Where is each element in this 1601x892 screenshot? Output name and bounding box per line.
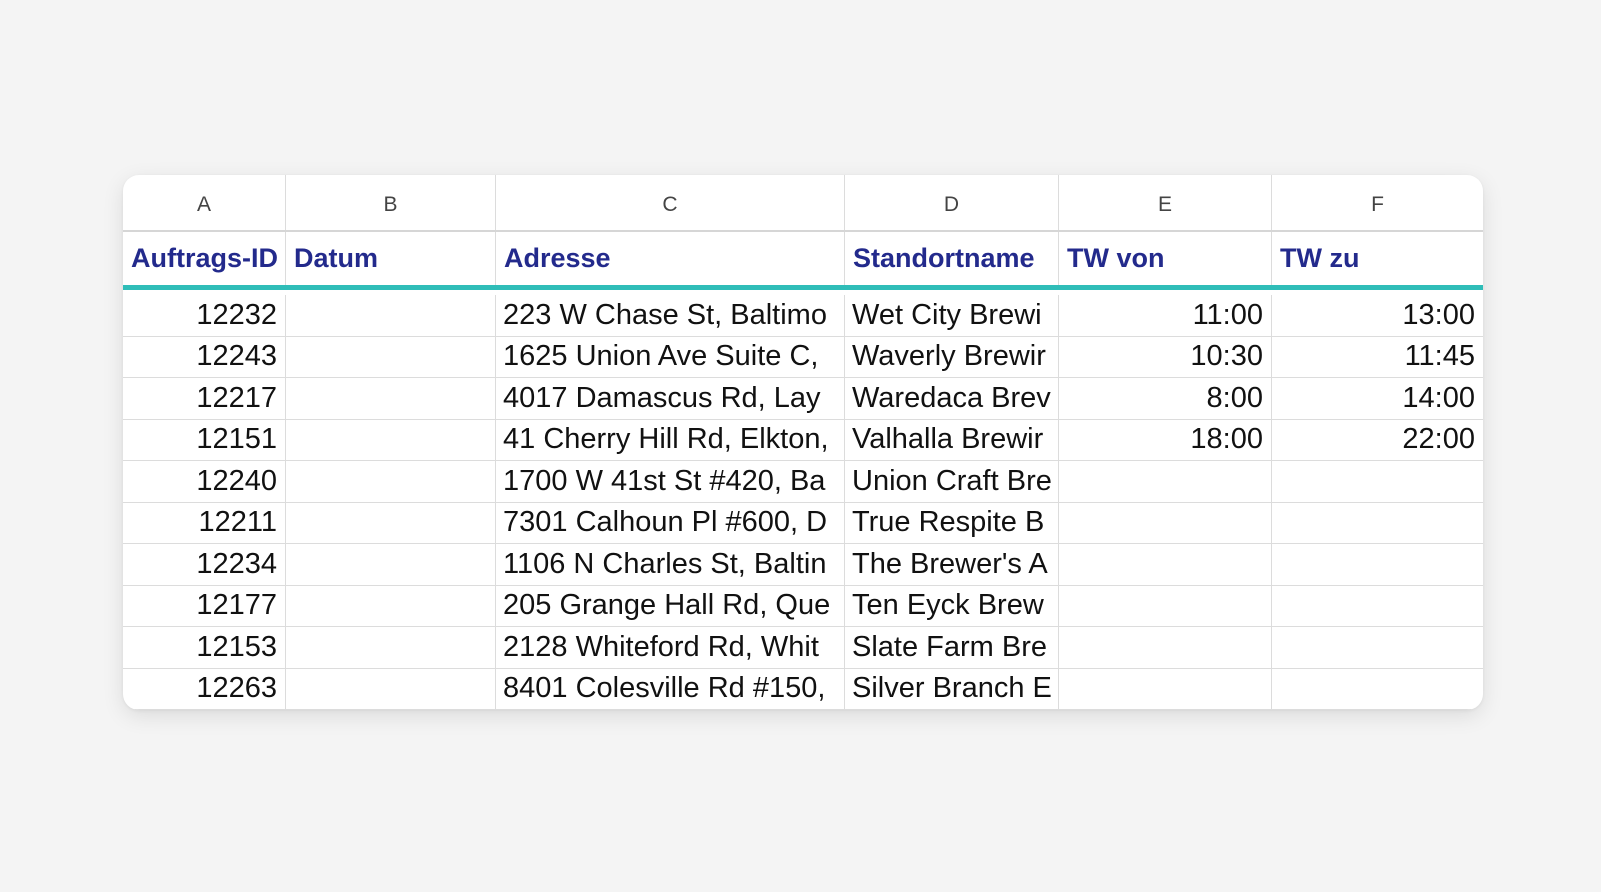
cell-tw-von[interactable]	[1059, 668, 1272, 709]
column-header-f[interactable]: F	[1272, 175, 1483, 230]
header-cell-adresse[interactable]: Adresse	[496, 232, 845, 285]
cell-tw-zu[interactable]: 13:00	[1272, 295, 1483, 336]
header-cell-datum[interactable]: Datum	[286, 232, 496, 285]
table-row: 12263 8401 Colesville Rd #150, Silver Bran…	[123, 668, 1483, 710]
cell-adresse[interactable]: 41 Cherry Hill Rd, Elkton,	[496, 419, 845, 460]
table-row: 12234 1106 N Charles St, Baltin The Brewer…	[123, 544, 1483, 586]
cell-datum[interactable]	[286, 544, 496, 585]
cell-auftrags-id[interactable]: 12177	[123, 585, 286, 626]
cell-tw-zu[interactable]	[1272, 503, 1483, 544]
cell-adresse[interactable]: 8401 Colesville Rd #150,	[496, 668, 845, 709]
table-row: 12217 4017 Damascus Rd, Lay Waredaca Brev 8…	[123, 378, 1483, 420]
cell-standortname[interactable]: Ten Eyck Brew	[845, 585, 1059, 626]
table-row: 12211 7301 Calhoun Pl #600, D True Respite…	[123, 502, 1483, 544]
cell-auftrags-id[interactable]: 12232	[123, 295, 286, 336]
table-row: 12153 2128 Whiteford Rd, Whit Slate Farm B…	[123, 627, 1483, 669]
cell-datum[interactable]	[286, 336, 496, 377]
cell-adresse[interactable]: 4017 Damascus Rd, Lay	[496, 378, 845, 419]
cell-standortname[interactable]: The Brewer's A	[845, 544, 1059, 585]
cell-datum[interactable]	[286, 419, 496, 460]
cell-datum[interactable]	[286, 378, 496, 419]
cell-auftrags-id[interactable]: 12263	[123, 668, 286, 709]
header-cell-tw-von[interactable]: TW von	[1059, 232, 1272, 285]
cell-tw-von[interactable]	[1059, 502, 1272, 543]
cell-tw-von[interactable]	[1059, 544, 1272, 585]
cell-tw-von[interactable]: 18:00	[1059, 419, 1272, 460]
cell-tw-zu[interactable]: 22:00	[1272, 420, 1483, 461]
cell-auftrags-id[interactable]: 12240	[123, 461, 286, 502]
cell-adresse[interactable]: 1625 Union Ave Suite C,	[496, 336, 845, 377]
cell-auftrags-id[interactable]: 12243	[123, 336, 286, 377]
cell-tw-von[interactable]: 10:30	[1059, 336, 1272, 377]
table-row: 12240 1700 W 41st St #420, Ba Union Craft …	[123, 461, 1483, 503]
cell-standortname[interactable]: Slate Farm Bre	[845, 627, 1059, 668]
cell-datum[interactable]	[286, 627, 496, 668]
cell-auftrags-id[interactable]: 12151	[123, 419, 286, 460]
cell-tw-von[interactable]	[1059, 461, 1272, 502]
cell-tw-zu[interactable]	[1272, 669, 1483, 710]
table-header-row: Auftrags-ID Datum Adresse Standortname T…	[123, 232, 1483, 290]
cell-auftrags-id[interactable]: 12211	[123, 502, 286, 543]
header-cell-standortname[interactable]: Standortname	[845, 232, 1059, 285]
cell-tw-zu[interactable]	[1272, 461, 1483, 502]
cell-adresse[interactable]: 205 Grange Hall Rd, Que	[496, 585, 845, 626]
column-header-b[interactable]: B	[286, 175, 496, 230]
cell-adresse[interactable]: 223 W Chase St, Baltimo	[496, 295, 845, 336]
table-row: 12243 1625 Union Ave Suite C, Waverly Brew…	[123, 336, 1483, 378]
cell-standortname[interactable]: Wet City Brewi	[845, 295, 1059, 336]
cell-adresse[interactable]: 1700 W 41st St #420, Ba	[496, 461, 845, 502]
spreadsheet-card: A B C D E F Auftrags-ID Datum Adresse St…	[123, 175, 1483, 710]
cell-standortname[interactable]: Silver Branch E	[845, 668, 1059, 709]
cell-standortname[interactable]: True Respite B	[845, 502, 1059, 543]
header-cell-tw-zu[interactable]: TW zu	[1272, 232, 1483, 285]
table-row: 12177 205 Grange Hall Rd, Que Ten Eyck Bre…	[123, 585, 1483, 627]
cell-auftrags-id[interactable]: 12153	[123, 627, 286, 668]
column-letter-row: A B C D E F	[123, 175, 1483, 232]
cell-datum[interactable]	[286, 585, 496, 626]
cell-adresse[interactable]: 7301 Calhoun Pl #600, D	[496, 502, 845, 543]
header-cell-auftrags-id[interactable]: Auftrags-ID	[123, 232, 286, 285]
cell-standortname[interactable]: Waredaca Brev	[845, 378, 1059, 419]
cell-standortname[interactable]: Waverly Brewir	[845, 336, 1059, 377]
cell-tw-zu[interactable]: 14:00	[1272, 378, 1483, 419]
cell-tw-zu[interactable]	[1272, 586, 1483, 627]
column-header-e[interactable]: E	[1059, 175, 1272, 230]
cell-adresse[interactable]: 1106 N Charles St, Baltin	[496, 544, 845, 585]
column-header-d[interactable]: D	[845, 175, 1059, 230]
table-row: 12232 223 W Chase St, Baltimo Wet City Bre…	[123, 295, 1483, 337]
cell-standortname[interactable]: Valhalla Brewir	[845, 419, 1059, 460]
cell-tw-von[interactable]	[1059, 627, 1272, 668]
cell-datum[interactable]	[286, 461, 496, 502]
cell-auftrags-id[interactable]: 12234	[123, 544, 286, 585]
cell-datum[interactable]	[286, 668, 496, 709]
cell-tw-von[interactable]	[1059, 585, 1272, 626]
cell-tw-von[interactable]: 11:00	[1059, 295, 1272, 336]
cell-tw-zu[interactable]: 11:45	[1272, 337, 1483, 378]
column-header-c[interactable]: C	[496, 175, 845, 230]
cell-tw-zu[interactable]	[1272, 627, 1483, 668]
cell-adresse[interactable]: 2128 Whiteford Rd, Whit	[496, 627, 845, 668]
cell-tw-zu[interactable]	[1272, 544, 1483, 585]
column-header-a[interactable]: A	[123, 175, 286, 230]
cell-tw-von[interactable]: 8:00	[1059, 378, 1272, 419]
cell-datum[interactable]	[286, 295, 496, 336]
spreadsheet-grid: A B C D E F Auftrags-ID Datum Adresse St…	[123, 175, 1483, 710]
cell-auftrags-id[interactable]: 12217	[123, 378, 286, 419]
cell-standortname[interactable]: Union Craft Bre	[845, 461, 1059, 502]
table-row: 12151 41 Cherry Hill Rd, Elkton, Valhalla …	[123, 419, 1483, 461]
cell-datum[interactable]	[286, 502, 496, 543]
